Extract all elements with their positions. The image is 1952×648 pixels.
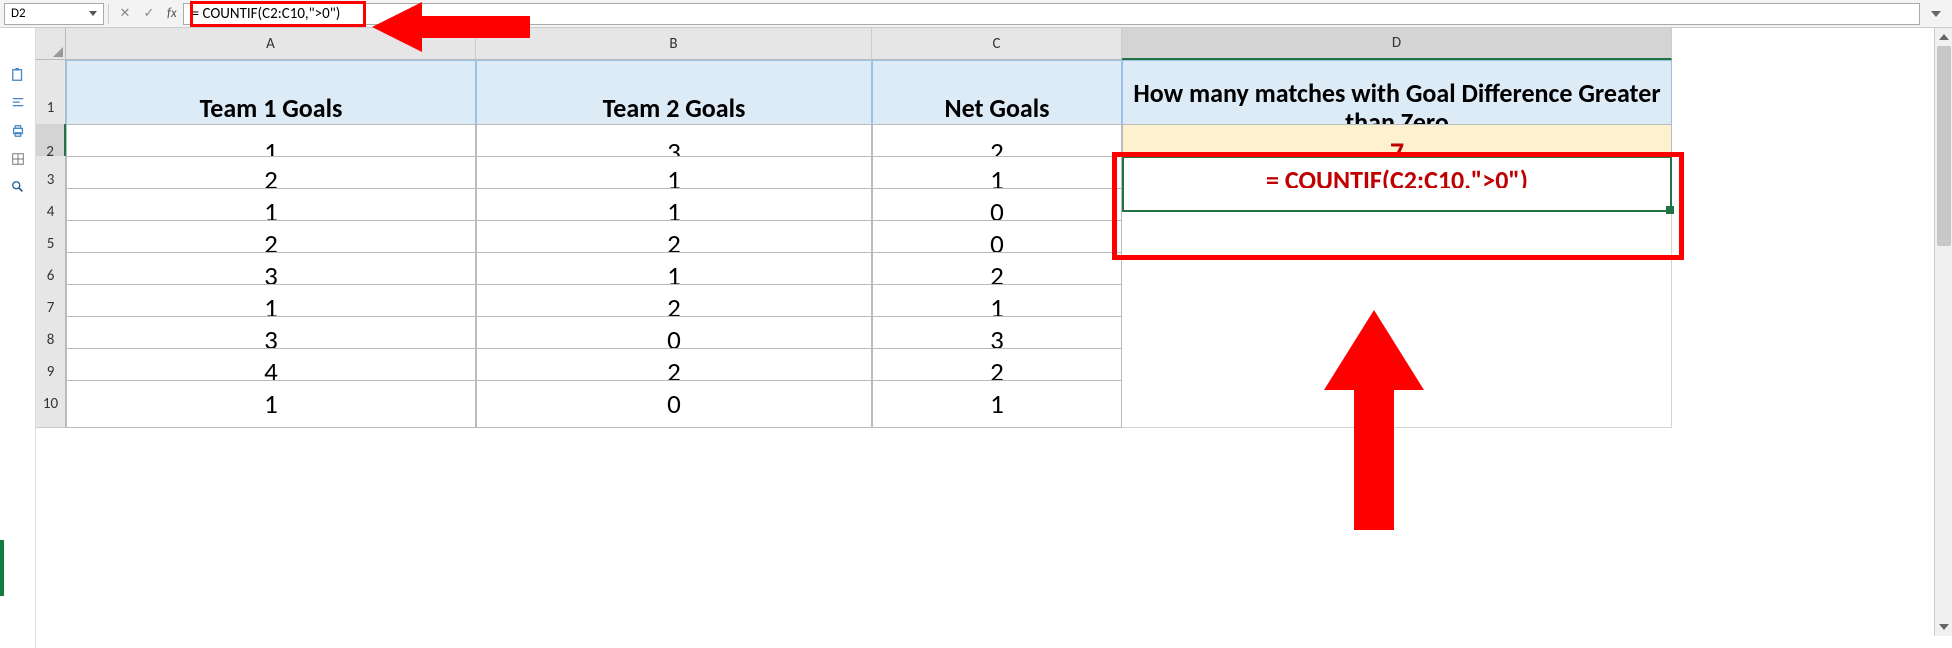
sidebar-paste-icon[interactable] [9, 68, 27, 82]
fx-label[interactable]: fx [167, 6, 177, 21]
cancel-icon: ✕ [120, 6, 131, 21]
formula-text: = COUNTIF(C2:C10,">0") [192, 5, 341, 23]
scroll-up-button[interactable] [1935, 28, 1952, 46]
row-head-10[interactable]: 10 [36, 380, 66, 428]
cell-d10[interactable] [1122, 380, 1672, 428]
scrollbar-thumb[interactable] [1937, 46, 1951, 246]
cell-a10[interactable]: 1 [66, 380, 476, 428]
sidebar-align-icon[interactable] [9, 96, 27, 110]
cancel-formula-button[interactable]: ✕ [113, 3, 137, 25]
sidebar-active-tab-indicator [0, 540, 4, 596]
triangle-up-icon [1939, 34, 1949, 40]
expand-formula-bar-button[interactable] [1926, 3, 1946, 25]
confirm-formula-button[interactable]: ✓ [137, 3, 161, 25]
col-head-b[interactable]: B [476, 28, 872, 60]
name-box-value: D2 [11, 6, 26, 21]
formula-bar: D2 ✕ ✓ fx = COUNTIF(C2:C10,">0") [0, 0, 1952, 28]
cell-c10[interactable]: 1 [872, 380, 1122, 428]
left-sidebar [0, 28, 36, 648]
grid: A B C D 1 Team 1 Goals Team 2 Goals Net … [36, 28, 1934, 412]
col-head-a[interactable]: A [66, 28, 476, 60]
sidebar-grid-icon[interactable] [9, 152, 27, 166]
triangle-down-icon [1939, 624, 1949, 630]
formula-input[interactable]: = COUNTIF(C2:C10,">0") [183, 3, 1920, 25]
check-icon: ✓ [144, 6, 155, 21]
vertical-scrollbar[interactable] [1934, 28, 1952, 636]
col-head-d[interactable]: D [1122, 28, 1672, 60]
spreadsheet-area: A B C D 1 Team 1 Goals Team 2 Goals Net … [36, 28, 1934, 636]
chevron-down-icon [1931, 11, 1941, 17]
scroll-down-button[interactable] [1935, 618, 1952, 636]
sidebar-find-icon[interactable] [9, 180, 27, 194]
select-all-corner[interactable] [36, 28, 66, 60]
name-box-dropdown-icon[interactable] [89, 11, 97, 16]
name-box[interactable]: D2 [4, 3, 104, 25]
sidebar-print-icon[interactable] [9, 124, 27, 138]
col-head-c[interactable]: C [872, 28, 1122, 60]
cell-b10[interactable]: 0 [476, 380, 872, 428]
separator [108, 4, 109, 24]
